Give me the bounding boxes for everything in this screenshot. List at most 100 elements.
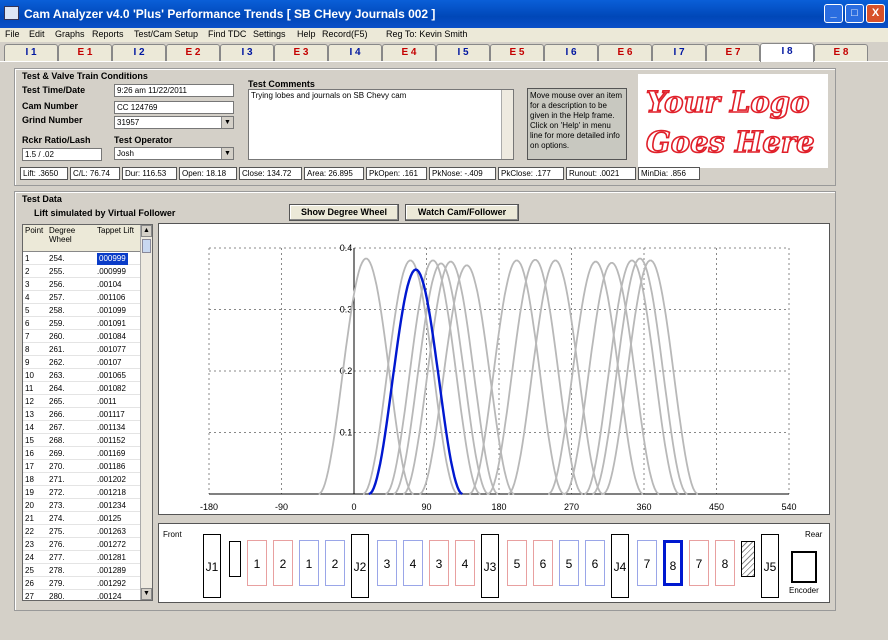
tab-e7[interactable]: E 7 — [706, 44, 760, 61]
tab-i1[interactable]: I 1 — [4, 44, 58, 61]
comments-scrollbar[interactable] — [501, 90, 513, 159]
menu-record[interactable]: Record(F5) — [322, 29, 368, 39]
table-row[interactable]: 19 272. .001218 — [23, 487, 142, 499]
exhaust-lobe[interactable]: 4 — [455, 540, 475, 586]
tab-i2[interactable]: I 2 — [112, 44, 166, 61]
grind-number-select[interactable]: 31957 ▼ — [114, 116, 234, 129]
menu-find-tdc[interactable]: Find TDC — [208, 29, 246, 39]
grind-label: Grind Number — [22, 115, 83, 125]
cell-lift: .00124 — [97, 592, 122, 601]
journal-block: J2 — [351, 534, 369, 598]
maximize-button[interactable]: □ — [845, 4, 864, 23]
table-scrollbar[interactable]: ▲ ▼ — [140, 225, 152, 600]
intake-lobe[interactable]: 4 — [403, 540, 423, 586]
title-bar: Cam Analyzer v4.0 'Plus' Performance Tre… — [0, 0, 888, 28]
table-row[interactable]: 9 262. .00107 — [23, 357, 142, 369]
intake-lobe[interactable]: 8 — [663, 540, 683, 586]
table-row[interactable]: 22 275. .001263 — [23, 526, 142, 538]
table-row[interactable]: 26 279. .001292 — [23, 578, 142, 590]
tab-i8[interactable]: I 8 — [760, 43, 814, 62]
table-row[interactable]: 18 271. .001202 — [23, 474, 142, 486]
tab-e8[interactable]: E 8 — [814, 44, 868, 61]
x-tick-label: -90 — [275, 502, 288, 512]
intake-lobe[interactable]: 6 — [585, 540, 605, 586]
menu-help[interactable]: Help — [297, 29, 316, 39]
table-row[interactable]: 17 270. .001186 — [23, 461, 142, 473]
tab-i3[interactable]: I 3 — [220, 44, 274, 61]
tab-e1[interactable]: E 1 — [58, 44, 112, 61]
menu-edit[interactable]: Edit — [29, 29, 45, 39]
cell-degree: 279. — [49, 579, 65, 588]
time-field[interactable]: 9:26 am 11/22/2011 — [114, 84, 234, 97]
intake-lobe[interactable]: 5 — [559, 540, 579, 586]
table-row[interactable]: 27 280. .00124 — [23, 591, 142, 601]
chevron-down-icon[interactable]: ▼ — [221, 148, 233, 159]
scroll-thumb[interactable] — [142, 239, 151, 253]
table-row[interactable]: 13 266. .001117 — [23, 409, 142, 421]
table-row[interactable]: 10 263. .001065 — [23, 370, 142, 382]
tab-e3[interactable]: E 3 — [274, 44, 328, 61]
tab-e2[interactable]: E 2 — [166, 44, 220, 61]
operator-select[interactable]: Josh ▼ — [114, 147, 234, 160]
tab-i4[interactable]: I 4 — [328, 44, 382, 61]
tab-i7[interactable]: I 7 — [652, 44, 706, 61]
intake-lobe[interactable]: 1 — [299, 540, 319, 586]
menu-settings[interactable]: Settings — [253, 29, 286, 39]
exhaust-lobe[interactable]: 6 — [533, 540, 553, 586]
scroll-up-icon[interactable]: ▲ — [141, 225, 152, 237]
show-degree-wheel-button[interactable]: Show Degree Wheel — [289, 204, 399, 221]
table-row[interactable]: 23 276. .001272 — [23, 539, 142, 551]
table-row[interactable]: 4 257. .001106 — [23, 292, 142, 304]
chevron-down-icon[interactable]: ▼ — [221, 117, 233, 128]
menu-test-cam-setup[interactable]: Test/Cam Setup — [134, 29, 198, 39]
exhaust-lobe[interactable]: 2 — [273, 540, 293, 586]
comments-textarea[interactable]: Trying lobes and journals on SB Chevy ca… — [248, 89, 514, 160]
cell-point: 21 — [25, 514, 34, 523]
logo-graphic: Your Logo Goes Here — [645, 84, 815, 160]
exhaust-lobe[interactable]: 1 — [247, 540, 267, 586]
table-row[interactable]: 12 265. .0011 — [23, 396, 142, 408]
intake-lobe[interactable]: 3 — [377, 540, 397, 586]
exhaust-lobe[interactable]: 3 — [429, 540, 449, 586]
tab-e5[interactable]: E 5 — [490, 44, 544, 61]
menu-reports[interactable]: Reports — [92, 29, 124, 39]
table-row[interactable]: 21 274. .00125 — [23, 513, 142, 525]
intake-lobe[interactable]: 7 — [637, 540, 657, 586]
rocker-ratio-field[interactable]: 1.5 / .02 — [22, 148, 102, 161]
stat-area: Area: 26.895 — [304, 167, 364, 180]
cell-degree: 259. — [49, 319, 65, 328]
table-row[interactable]: 11 264. .001082 — [23, 383, 142, 395]
table-row[interactable]: 2 255. .000999 — [23, 266, 142, 278]
table-row[interactable]: 7 260. .001084 — [23, 331, 142, 343]
table-row[interactable]: 25 278. .001289 — [23, 565, 142, 577]
cam-number-field[interactable]: CC 124769 — [114, 101, 234, 114]
watch-cam-follower-button[interactable]: Watch Cam/Follower — [405, 204, 519, 221]
cell-point: 19 — [25, 488, 34, 497]
tab-i6[interactable]: I 6 — [544, 44, 598, 61]
menu-graphs[interactable]: Graphs — [55, 29, 85, 39]
close-button[interactable]: X — [866, 4, 885, 23]
table-row[interactable]: 1 254. 000999 — [23, 253, 142, 265]
exhaust-lobe[interactable]: 8 — [715, 540, 735, 586]
tab-e6[interactable]: E 6 — [598, 44, 652, 61]
minimize-button[interactable]: _ — [824, 4, 843, 23]
exhaust-lobe[interactable]: 7 — [689, 540, 709, 586]
menu-file[interactable]: File — [5, 29, 20, 39]
table-row[interactable]: 24 277. .001281 — [23, 552, 142, 564]
table-row[interactable]: 16 269. .001169 — [23, 448, 142, 460]
table-row[interactable]: 8 261. .001077 — [23, 344, 142, 356]
exhaust-lobe[interactable]: 5 — [507, 540, 527, 586]
table-row[interactable]: 15 268. .001152 — [23, 435, 142, 447]
tab-e4[interactable]: E 4 — [382, 44, 436, 61]
table-row[interactable]: 6 259. .001091 — [23, 318, 142, 330]
tab-i5[interactable]: I 5 — [436, 44, 490, 61]
lift-curve-chart[interactable]: -180 -90 0 90 180 270 360 450 540 0.1 0.2 0.3 0.4 — [158, 223, 830, 515]
cell-degree: 264. — [49, 384, 65, 393]
table-row[interactable]: 5 258. .001099 — [23, 305, 142, 317]
stat-duration: Dur: 116.53 — [122, 167, 177, 180]
table-row[interactable]: 14 267. .001134 — [23, 422, 142, 434]
intake-lobe[interactable]: 2 — [325, 540, 345, 586]
table-row[interactable]: 20 273. .001234 — [23, 500, 142, 512]
scroll-down-icon[interactable]: ▼ — [141, 588, 152, 600]
table-row[interactable]: 3 256. .00104 — [23, 279, 142, 291]
